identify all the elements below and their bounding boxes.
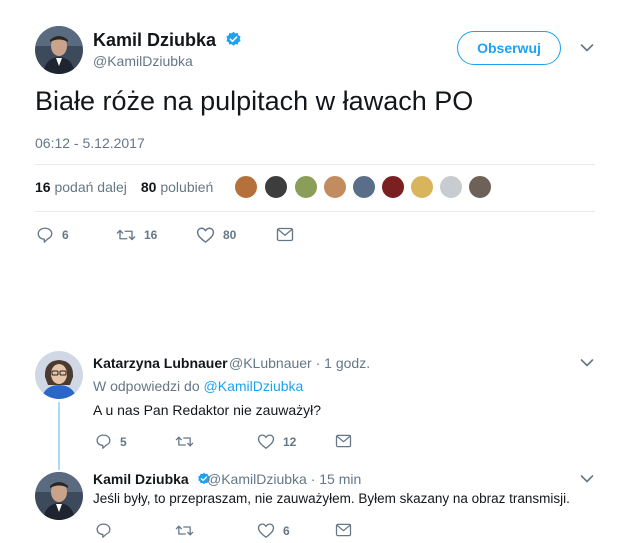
direct-message-action[interactable] — [276, 227, 302, 242]
heart-icon — [196, 227, 215, 243]
liker-avatar[interactable] — [294, 175, 318, 199]
heart-icon — [257, 434, 275, 449]
author-name[interactable]: Kamil Dziubka — [93, 30, 242, 51]
retweet-action[interactable] — [175, 433, 202, 450]
likes-count: 80 — [140, 179, 157, 195]
reply-count: 5 — [120, 434, 127, 449]
reply-text: A u nas Pan Redaktor nie zauważył? — [93, 402, 322, 418]
direct-message-action[interactable] — [335, 523, 360, 537]
reply-author-name-text: Kamil Dziubka — [93, 471, 189, 487]
reply-count: 6 — [62, 228, 69, 242]
divider — [35, 164, 595, 165]
follow-button[interactable]: Obserwuj — [457, 31, 561, 65]
envelope-icon — [276, 227, 294, 242]
tweet-stats: 16 podań dalej 80 polubień — [35, 179, 213, 195]
reply-author-name[interactable]: Kamil Dziubka — [93, 471, 211, 487]
likes-label: polubień — [160, 179, 214, 195]
heart-icon — [257, 523, 275, 538]
liker-avatar[interactable] — [264, 175, 288, 199]
envelope-icon — [335, 434, 352, 448]
liker-avatar[interactable] — [352, 175, 376, 199]
reply-action[interactable] — [95, 522, 120, 539]
reply-text: Jeśli były, to przepraszam, nie zauważył… — [93, 491, 570, 506]
reply-icon — [37, 227, 53, 243]
like-count: 6 — [283, 523, 290, 538]
reply-avatar[interactable] — [35, 351, 83, 399]
verified-badge-icon — [226, 31, 241, 46]
retweet-count: 16 — [144, 228, 158, 242]
chevron-down-icon[interactable] — [580, 358, 594, 368]
reply-action[interactable]: 5 — [95, 433, 127, 450]
reply-icon — [96, 434, 111, 449]
like-action[interactable]: 12 — [257, 433, 296, 450]
likes-stat[interactable]: 80 polubień — [141, 179, 213, 195]
tweet-timestamp[interactable]: 06:12 - 5.12.2017 — [35, 135, 145, 151]
envelope-icon — [335, 523, 352, 537]
liker-avatar[interactable] — [234, 175, 258, 199]
reply-icon — [96, 523, 111, 538]
like-action[interactable]: 80 — [196, 226, 236, 244]
retweets-label: podań dalej — [54, 179, 127, 195]
liker-avatar[interactable] — [468, 175, 492, 199]
retweet-icon — [175, 525, 194, 536]
divider — [35, 211, 595, 212]
retweet-action[interactable]: 16 — [116, 226, 157, 244]
reply-to-handle-link[interactable]: @KamilDziubka — [204, 378, 304, 394]
retweet-action[interactable] — [175, 522, 202, 539]
chevron-down-icon[interactable] — [580, 43, 594, 53]
like-count: 80 — [223, 228, 237, 242]
direct-message-action[interactable] — [335, 434, 360, 448]
thread-connector — [58, 402, 60, 470]
retweet-icon — [175, 436, 194, 447]
liker-avatar[interactable] — [323, 175, 347, 199]
main-tweet: Kamil Dziubka @KamilDziubka Obserwuj Bia… — [0, 0, 630, 260]
liker-avatar[interactable] — [410, 175, 434, 199]
retweet-icon — [116, 229, 136, 241]
retweets-count: 16 — [35, 179, 51, 195]
retweets-stat[interactable]: 16 podań dalej — [35, 179, 127, 195]
avatar[interactable] — [35, 26, 83, 74]
like-action[interactable]: 6 — [257, 522, 290, 539]
tweet-text: Białe róże na pulpitach w ławach PO — [35, 86, 474, 116]
reply-action[interactable]: 6 — [36, 226, 69, 244]
chevron-down-icon[interactable] — [580, 474, 594, 484]
author-handle[interactable]: @KamilDziubka — [93, 53, 193, 69]
reply-to-context: W odpowiedzi do @KamilDziubka — [93, 378, 303, 394]
reply-avatar[interactable] — [35, 472, 83, 520]
reply-author-meta[interactable]: @KamilDziubka · 15 min — [207, 471, 361, 487]
reply-author-name[interactable]: Katarzyna Lubnauer — [93, 355, 228, 371]
liker-avatar[interactable] — [439, 175, 463, 199]
liker-avatar[interactable] — [381, 175, 405, 199]
author-name-text: Kamil Dziubka — [93, 30, 217, 50]
reply-to-prefix: W odpowiedzi do — [93, 378, 200, 394]
like-count: 12 — [283, 434, 297, 449]
reply-author-meta[interactable]: @KLubnauer · 1 godz. — [229, 355, 370, 371]
